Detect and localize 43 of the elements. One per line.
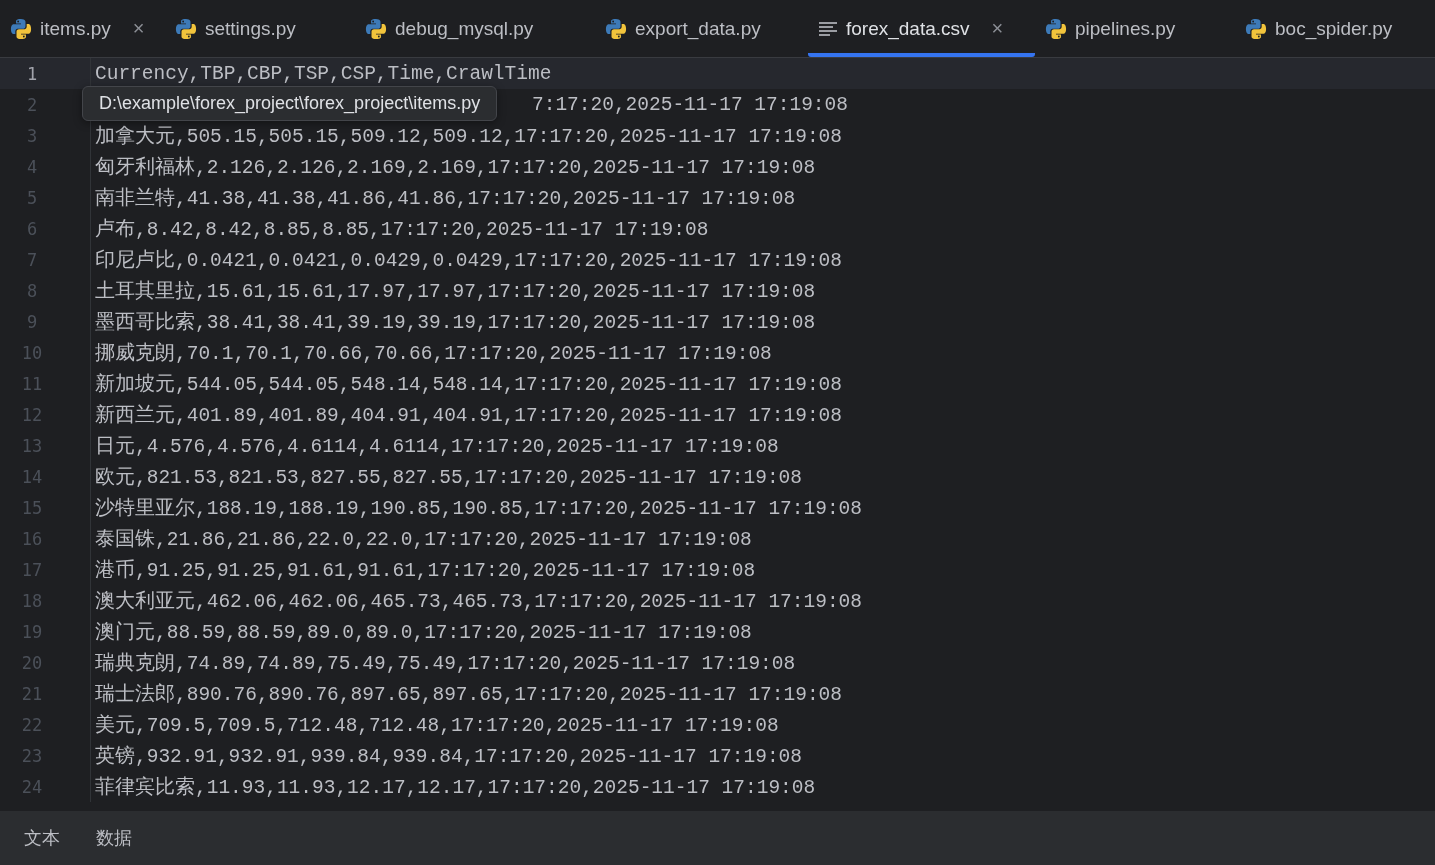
editor-tab[interactable]: settings.py (165, 0, 355, 57)
code-line: 日元,4.576,4.576,4.6114,4.6114,17:17:20,2025-11-17 17:19:08 (95, 435, 779, 459)
code-line: 印尼卢比,0.0421,0.0421,0.0429,0.0429,17:17:20,2025-11-17 17:19:08 (95, 248, 842, 273)
text-lines-icon (818, 20, 838, 37)
editor-tab[interactable]: items.py × (0, 0, 165, 57)
python-icon (1245, 17, 1267, 40)
code-line: 英镑,932.91,932.91,939.84,939.84,17:17:20,2025-11-17 17:19:08 (95, 744, 802, 769)
code-line: 土耳其里拉,15.61,15.61,17.97,17.97,17:17:20,2025-11-17 17:19:08 (95, 279, 816, 304)
code-line: 港币,91.25,91.25,91.61,91.61,17:17:20,2025-11-17 17:19:08 (95, 558, 756, 583)
code-line: 匈牙利福林,2.126,2.126,2.169,2.169,17:17:20,2025-11-17 17:19:08 (95, 155, 816, 180)
code-line: 加拿大元,505.15,505.15,509.12,509.12,17:17:20,2025-11-17 17:19:08 (95, 124, 842, 149)
code-line: 欧元,821.53,821.53,827.55,827.55,17:17:20,2025-11-17 17:19:08 (95, 466, 802, 490)
code-line: 墨西哥比索,38.41,38.41,39.19,39.19,17:17:20,2025-11-17 17:19:08 (95, 310, 816, 335)
code-line: 挪威克朗,70.1,70.1,70.66,70.66,17:17:20,2025-11-17 17:19:08 (95, 341, 772, 366)
code-line: 泰国铢,21.86,21.86,22.0,22.0,17:17:20,2025-11-17 17:19:08 (95, 528, 752, 552)
editor-tab[interactable]: debug_mysql.py (355, 0, 595, 57)
editor-tab[interactable]: export_data.py (595, 0, 808, 57)
file-path-tooltip: D:\example\forex_project\forex_project\items.py (82, 86, 498, 121)
editor-tab[interactable]: pipelines.py (1035, 0, 1235, 57)
code-line: 新西兰元,401.89,401.89,404.91,404.91,17:17:20,2025-11-17 17:19:08 (95, 403, 842, 428)
code-line: 7:17:20,2025-11-17 17:19:08 (532, 93, 848, 116)
close-icon[interactable]: × (991, 17, 1004, 40)
close-icon[interactable]: × (132, 17, 145, 40)
code-line: 沙特里亚尔,188.19,188.19,190.85,190.85,17:17:20,2025-11-17 17:19:08 (95, 496, 862, 521)
code-line: 澳大利亚元,462.06,462.06,465.73,465.73,17:17:20,2025-11-17 17:19:08 (95, 589, 862, 614)
code-line: 新加坡元,544.05,544.05,548.14,548.14,17:17:20,2025-11-17 17:19:08 (95, 372, 842, 397)
code-line: 南非兰特,41.38,41.38,41.86,41.86,17:17:20,2025-11-17 17:19:08 (95, 186, 796, 211)
python-icon (1045, 17, 1067, 40)
code-line: 澳门元,88.59,88.59,89.0,89.0,17:17:20,2025-11-17 17:19:08 (95, 620, 752, 645)
python-icon (10, 17, 32, 40)
code-line: 美元,709.5,709.5,712.48,712.48,17:17:20,2025-11-17 17:19:08 (95, 713, 779, 738)
code-line: 瑞士法郎,890.76,890.76,897.65,897.65,17:17:20,2025-11-17 17:19:08 (95, 682, 842, 707)
python-icon (605, 17, 627, 40)
editor-tab[interactable]: boc_spider.py (1235, 0, 1435, 57)
code-line: 菲律宾比索,11.93,11.93,12.17,12.17,17:17:20,2025-11-17 17:19:08 (95, 775, 816, 800)
python-icon (175, 17, 197, 40)
view-tab[interactable]: 文本 (24, 826, 60, 850)
line-number: 1 (25, 63, 39, 84)
code-line: 瑞典克朗,74.89,74.89,75.49,75.49,17:17:20,2025-11-17 17:19:08 (95, 651, 796, 676)
view-tab[interactable]: 数据 (96, 826, 132, 850)
code-line: 卢布,8.42,8.42,8.85,8.85,17:17:20,2025-11-17 17:19:08 (95, 217, 709, 242)
python-icon (365, 17, 387, 40)
code-line: Currency,TBP,CBP,TSP,CSP,Time,CrawlTime (95, 62, 552, 85)
